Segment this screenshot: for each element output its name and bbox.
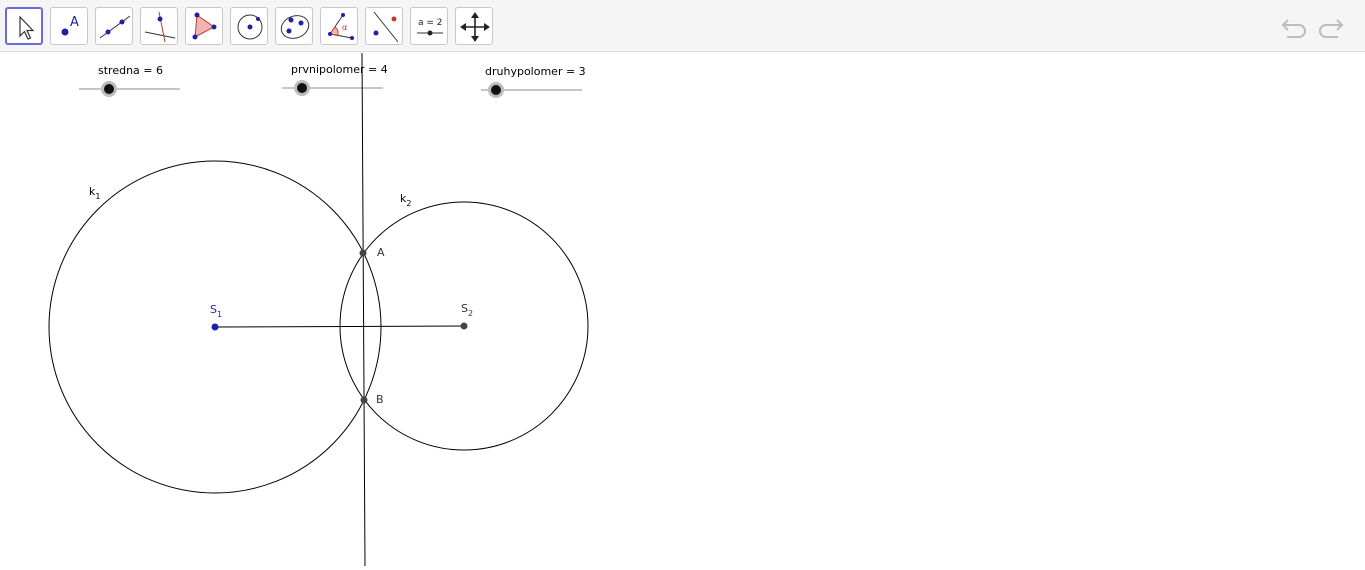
svg-text:a = 2: a = 2 [418, 18, 443, 28]
point-s1[interactable] [211, 323, 219, 331]
line-icon [99, 15, 131, 39]
segment-s1-s2[interactable] [214, 325, 465, 328]
line-tool-button[interactable] [95, 7, 133, 45]
perpendicular-line-tool-button[interactable] [140, 7, 178, 45]
label-k1: k1 [89, 185, 100, 201]
slider-prvnipolomer-label: prvnipolomer = 4 [291, 63, 388, 76]
point-a[interactable] [359, 249, 367, 257]
point-b[interactable] [360, 396, 368, 404]
slider-stredna[interactable]: stredna = 6 [79, 64, 180, 97]
move-arrows-icon [460, 12, 490, 42]
label-s1: S1 [210, 303, 222, 319]
move-tool-button[interactable] [5, 7, 43, 45]
slider-tool-button[interactable]: a = 2 [410, 7, 448, 45]
perpendicular-line-icon [144, 11, 176, 43]
line-ab[interactable] [361, 52, 366, 567]
reflect-about-line-icon [373, 11, 399, 43]
label-a: A [377, 246, 385, 259]
circle-tool-button[interactable] [230, 7, 268, 45]
svg-text:A: A [70, 15, 79, 30]
slider-druhypolomer-label: druhypolomer = 3 [485, 65, 586, 78]
reflect-tool-button[interactable] [365, 7, 403, 45]
angle-tool-button[interactable]: α [320, 7, 358, 45]
polygon-icon [192, 12, 217, 40]
point-icon: A [61, 15, 79, 36]
label-b: B [376, 393, 384, 406]
geometry-canvas[interactable]: stredna = 6 prvnipolomer = 4 druhypolome… [0, 52, 1365, 567]
redo-button[interactable] [1316, 12, 1346, 40]
point-s2[interactable] [460, 322, 468, 330]
move-graphics-view-tool-button[interactable] [455, 7, 493, 45]
polygon-tool-button[interactable] [185, 7, 223, 45]
undo-button[interactable] [1279, 12, 1309, 40]
cursor-arrow-icon [19, 15, 35, 40]
slider-icon: a = 2 [417, 18, 443, 36]
graphics-view[interactable]: stredna = 6 prvnipolomer = 4 druhypolome… [0, 52, 1365, 567]
angle-icon: α [328, 13, 354, 40]
circle-center-icon [237, 14, 263, 40]
slider-prvnipolomer[interactable]: prvnipolomer = 4 [282, 63, 388, 96]
undo-icon [1281, 19, 1306, 38]
label-k2: k2 [400, 192, 411, 208]
toolbar: A α a = 2 [0, 0, 1365, 52]
ellipse-tool-button[interactable] [275, 7, 313, 45]
point-tool-button[interactable]: A [50, 7, 88, 45]
ellipse-icon [280, 15, 310, 39]
redo-icon [1319, 19, 1344, 38]
svg-text:α: α [342, 23, 347, 32]
slider-druhypolomer[interactable]: druhypolomer = 3 [481, 65, 586, 98]
label-s2: S2 [461, 302, 473, 318]
slider-stredna-label: stredna = 6 [98, 64, 163, 77]
